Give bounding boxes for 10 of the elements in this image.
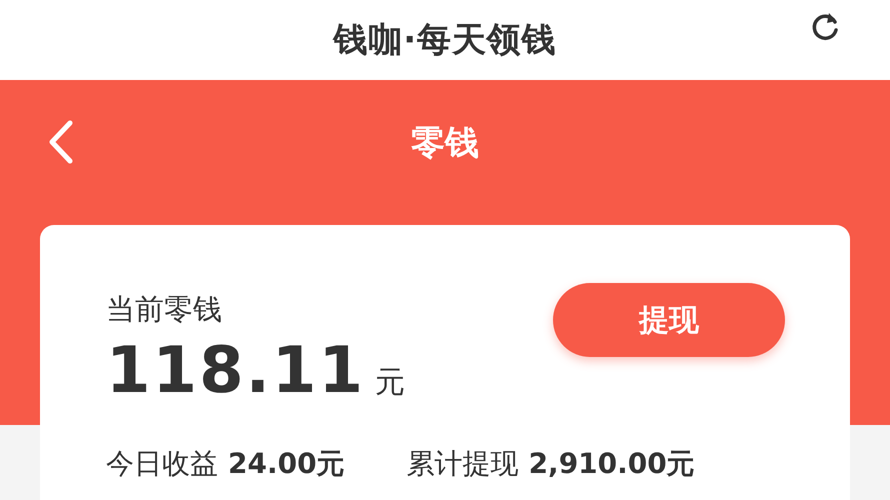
currency-unit: 元 xyxy=(374,364,405,402)
app-title: 钱咖·每天领钱 xyxy=(334,18,556,62)
stat-value: 2,910.00元 xyxy=(528,446,695,482)
page-title: 零钱 xyxy=(411,122,479,165)
balance-amount: 118.11 xyxy=(106,335,365,407)
balance-label: 当前零钱 xyxy=(106,291,223,327)
stat-value: 24.00元 xyxy=(228,446,345,482)
stat-label: 今日收益 xyxy=(106,446,218,482)
withdraw-button[interactable]: 提现 xyxy=(553,283,785,357)
stat-label: 累计提现 xyxy=(406,446,519,482)
